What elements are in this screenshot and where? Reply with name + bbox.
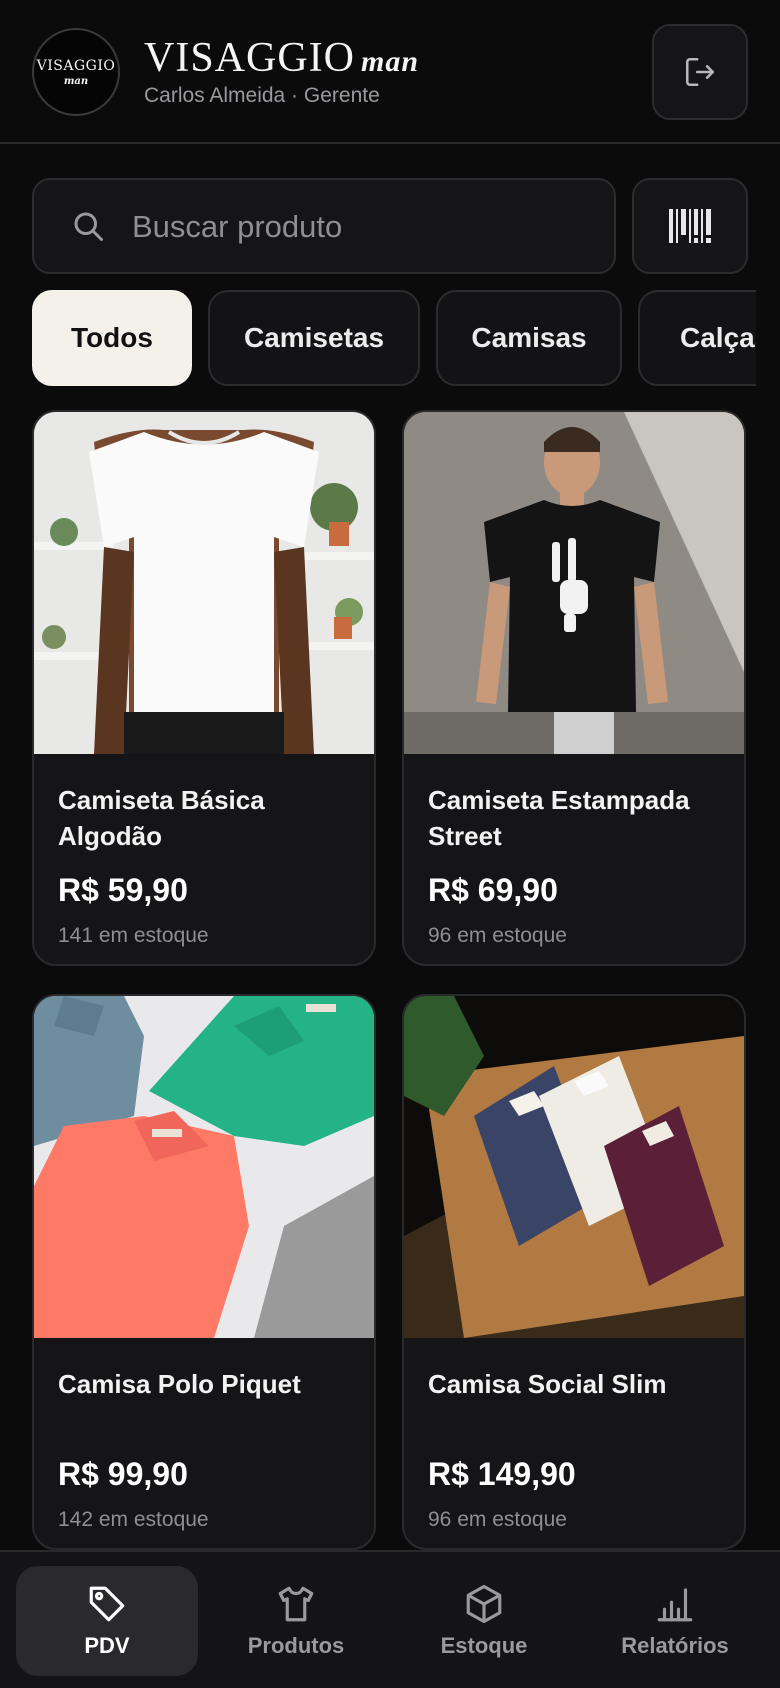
brand-title: VISAGGIO man bbox=[144, 34, 419, 82]
box-icon bbox=[466, 1584, 502, 1624]
logo-sub: man bbox=[63, 75, 89, 87]
brand-suffix: man bbox=[361, 45, 420, 78]
tag-icon bbox=[89, 1586, 125, 1622]
product-image bbox=[34, 996, 374, 1338]
barcode-scan-button[interactable] bbox=[632, 178, 748, 274]
product-name: Camisa Social Slim bbox=[428, 1369, 667, 1399]
logout-icon bbox=[685, 57, 715, 87]
nav-label: PDV bbox=[84, 1633, 130, 1658]
product-name: Camiseta Básica Algodão bbox=[58, 785, 265, 851]
shirt-icon bbox=[278, 1586, 314, 1622]
product-name: Camiseta Estampada Street bbox=[428, 785, 690, 851]
barcode-icon bbox=[669, 209, 711, 243]
nav-produtos[interactable]: Produtos bbox=[214, 1566, 378, 1676]
chip-todos[interactable]: Todos bbox=[32, 290, 192, 386]
nav-label: Estoque bbox=[440, 1633, 528, 1658]
chip-camisas[interactable]: Camisas bbox=[436, 290, 622, 386]
category-filter: Todos Camisetas Camisas Calças bbox=[32, 290, 756, 386]
chip-calcas[interactable]: Calças bbox=[638, 290, 756, 386]
search-icon bbox=[74, 212, 103, 241]
product-price: R$ 59,90 bbox=[58, 872, 188, 908]
product-stock: 96 em estoque bbox=[428, 924, 567, 947]
nav-pdv[interactable]: PDV bbox=[16, 1566, 198, 1676]
nav-estoque[interactable]: Estoque bbox=[402, 1566, 566, 1676]
product-card[interactable]: Camisa Polo Piquet R$ 99,90 142 em estoq… bbox=[32, 994, 376, 1550]
app-header: VISAGGIO man VISAGGIO man Carlos Almeida … bbox=[0, 0, 780, 144]
product-image bbox=[404, 412, 744, 754]
nav-label: Produtos bbox=[247, 1633, 345, 1658]
nav-relatorios[interactable]: Relatórios bbox=[590, 1566, 760, 1676]
product-price: R$ 69,90 bbox=[428, 872, 558, 908]
product-card[interactable]: Camiseta Básica Algodão R$ 59,90 141 em … bbox=[32, 410, 376, 966]
brand-logo: VISAGGIO man bbox=[32, 28, 120, 116]
bottom-navigation: PDV Produtos Estoque Relatórios bbox=[0, 1550, 780, 1688]
brand-name: VISAGGIO bbox=[144, 35, 355, 81]
product-image bbox=[34, 412, 374, 754]
search-input[interactable] bbox=[130, 202, 594, 252]
product-price: R$ 149,90 bbox=[428, 1456, 576, 1492]
nav-label: Relatórios bbox=[621, 1633, 729, 1658]
product-card[interactable]: Camiseta Estampada Street R$ 69,90 96 em… bbox=[402, 410, 746, 966]
user-info: Carlos Almeida · Gerente bbox=[144, 84, 380, 107]
product-stock: 141 em estoque bbox=[58, 924, 209, 947]
product-stock: 96 em estoque bbox=[428, 1508, 567, 1531]
chip-camisetas[interactable]: Camisetas bbox=[208, 290, 420, 386]
search-bar bbox=[32, 178, 616, 274]
product-name: Camisa Polo Piquet bbox=[58, 1369, 301, 1399]
bar-chart-icon bbox=[657, 1588, 693, 1622]
product-image bbox=[404, 996, 744, 1338]
product-card[interactable]: Camisa Social Slim R$ 149,90 96 em estoq… bbox=[402, 994, 746, 1550]
logo-word: VISAGGIO bbox=[36, 57, 116, 74]
product-stock: 142 em estoque bbox=[58, 1508, 209, 1531]
logout-button[interactable] bbox=[652, 24, 748, 120]
product-price: R$ 99,90 bbox=[58, 1456, 188, 1492]
